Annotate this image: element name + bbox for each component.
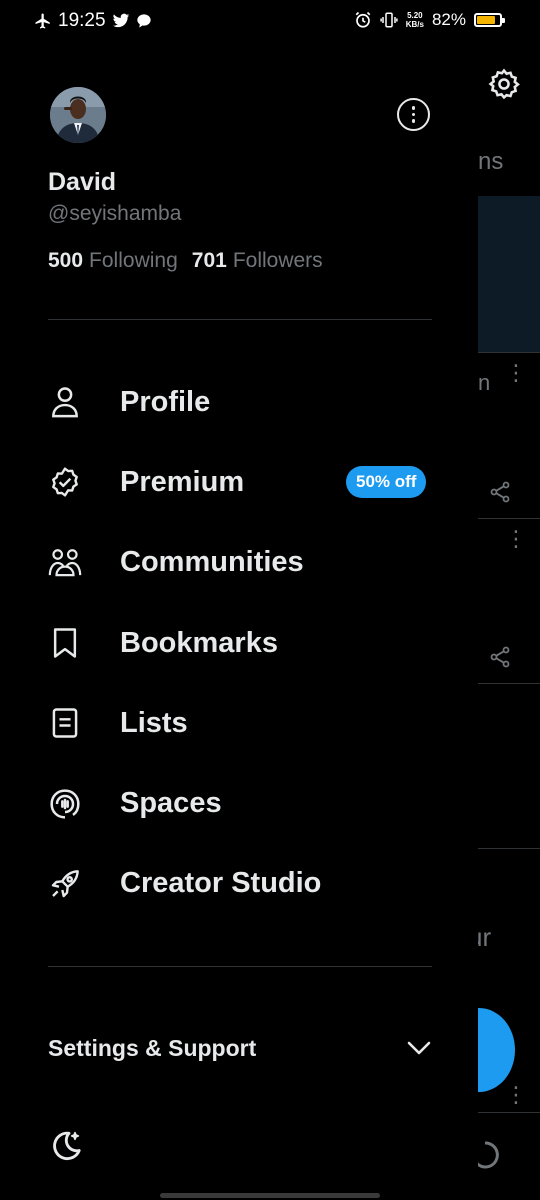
display-name[interactable]: David [48,168,116,197]
spaces-icon [48,787,82,821]
chevron-down-icon [407,1041,431,1055]
avatar-image [50,87,106,143]
followers-count: 701 [191,249,227,272]
share-icon[interactable] [488,645,512,669]
network-speed: 5.20 KB/s [406,11,424,29]
list-icon [48,706,82,740]
status-bar-left: 19:25 [34,10,152,32]
navigation-drawer: David @seyishamba 500 Following 701 Foll… [0,0,478,1200]
background-banner [478,196,540,352]
menu-item-label: Creator Studio [120,867,322,900]
share-icon[interactable] [488,480,512,504]
drawer-menu: Profile Premium 50% off Communities Book… [0,362,478,924]
settings-gear-icon[interactable] [487,67,521,101]
background-divider [478,352,540,353]
background-divider [478,1112,540,1113]
menu-item-label: Lists [120,706,188,739]
twitter-icon [112,13,129,28]
clock: 19:25 [58,10,106,31]
airplane-icon [35,13,50,29]
bookmark-icon [48,626,82,660]
following-count: 500 [48,249,84,272]
chat-icon [136,14,151,28]
menu-item-profile[interactable]: Profile [0,362,478,442]
battery-percent: 82% [431,10,466,29]
communities-icon [48,546,82,580]
post-more-icon[interactable]: ⋮ [505,528,527,550]
following-label: Following [89,249,178,272]
verified-badge-icon [48,465,82,499]
dark-mode-toggle-icon[interactable] [48,1128,84,1164]
status-bar: 19:25 5.20 KB/s 82% [0,0,540,44]
network-speed-value: 5.20 [407,11,423,20]
menu-item-bookmarks[interactable]: Bookmarks [0,603,478,683]
vibrate-icon [380,12,398,28]
background-divider [478,848,540,849]
person-icon [48,385,82,419]
post-more-icon[interactable]: ⋮ [505,1084,527,1106]
followers-label: Followers [232,249,323,272]
rocket-icon [48,867,82,901]
menu-item-lists[interactable]: Lists [0,683,478,763]
discount-badge: 50% off [346,466,427,499]
home-indicator[interactable] [160,1193,380,1198]
battery-level [477,16,495,24]
status-bar-right: 5.20 KB/s 82% [354,10,505,30]
menu-item-label: Spaces [120,787,222,820]
more-dot [411,119,416,123]
network-speed-unit: KB/s [405,20,424,29]
settings-support-label: Settings & Support [48,1034,257,1061]
post-more-icon[interactable]: ⋮ [505,362,527,384]
alarm-icon [355,11,371,28]
menu-item-label: Premium [120,465,245,498]
following-link[interactable]: 500 Following [48,249,178,273]
divider [48,966,432,967]
battery-icon [474,13,505,27]
menu-item-label: Profile [120,385,211,418]
more-dot [411,112,416,117]
menu-item-spaces[interactable]: Spaces [0,763,478,843]
follow-stats: 500 Following 701 Followers [48,249,323,273]
followers-link[interactable]: 701 Followers [192,249,323,273]
menu-item-premium[interactable]: Premium 50% off [0,442,478,522]
more-dot [411,106,416,110]
background-post-text: n [478,370,491,395]
menu-item-label: Bookmarks [120,626,278,659]
user-handle[interactable]: @seyishamba [48,202,181,226]
background-divider [478,683,540,684]
background-divider [478,518,540,519]
menu-item-label: Communities [120,546,304,579]
background-tab-label[interactable]: ns [478,148,503,176]
menu-item-creator-studio[interactable]: Creator Studio [0,844,478,924]
settings-support-toggle[interactable]: Settings & Support [48,1028,432,1068]
menu-item-communities[interactable]: Communities [0,523,478,603]
account-options-button[interactable] [397,98,430,131]
divider [48,319,432,320]
avatar[interactable] [50,87,106,143]
